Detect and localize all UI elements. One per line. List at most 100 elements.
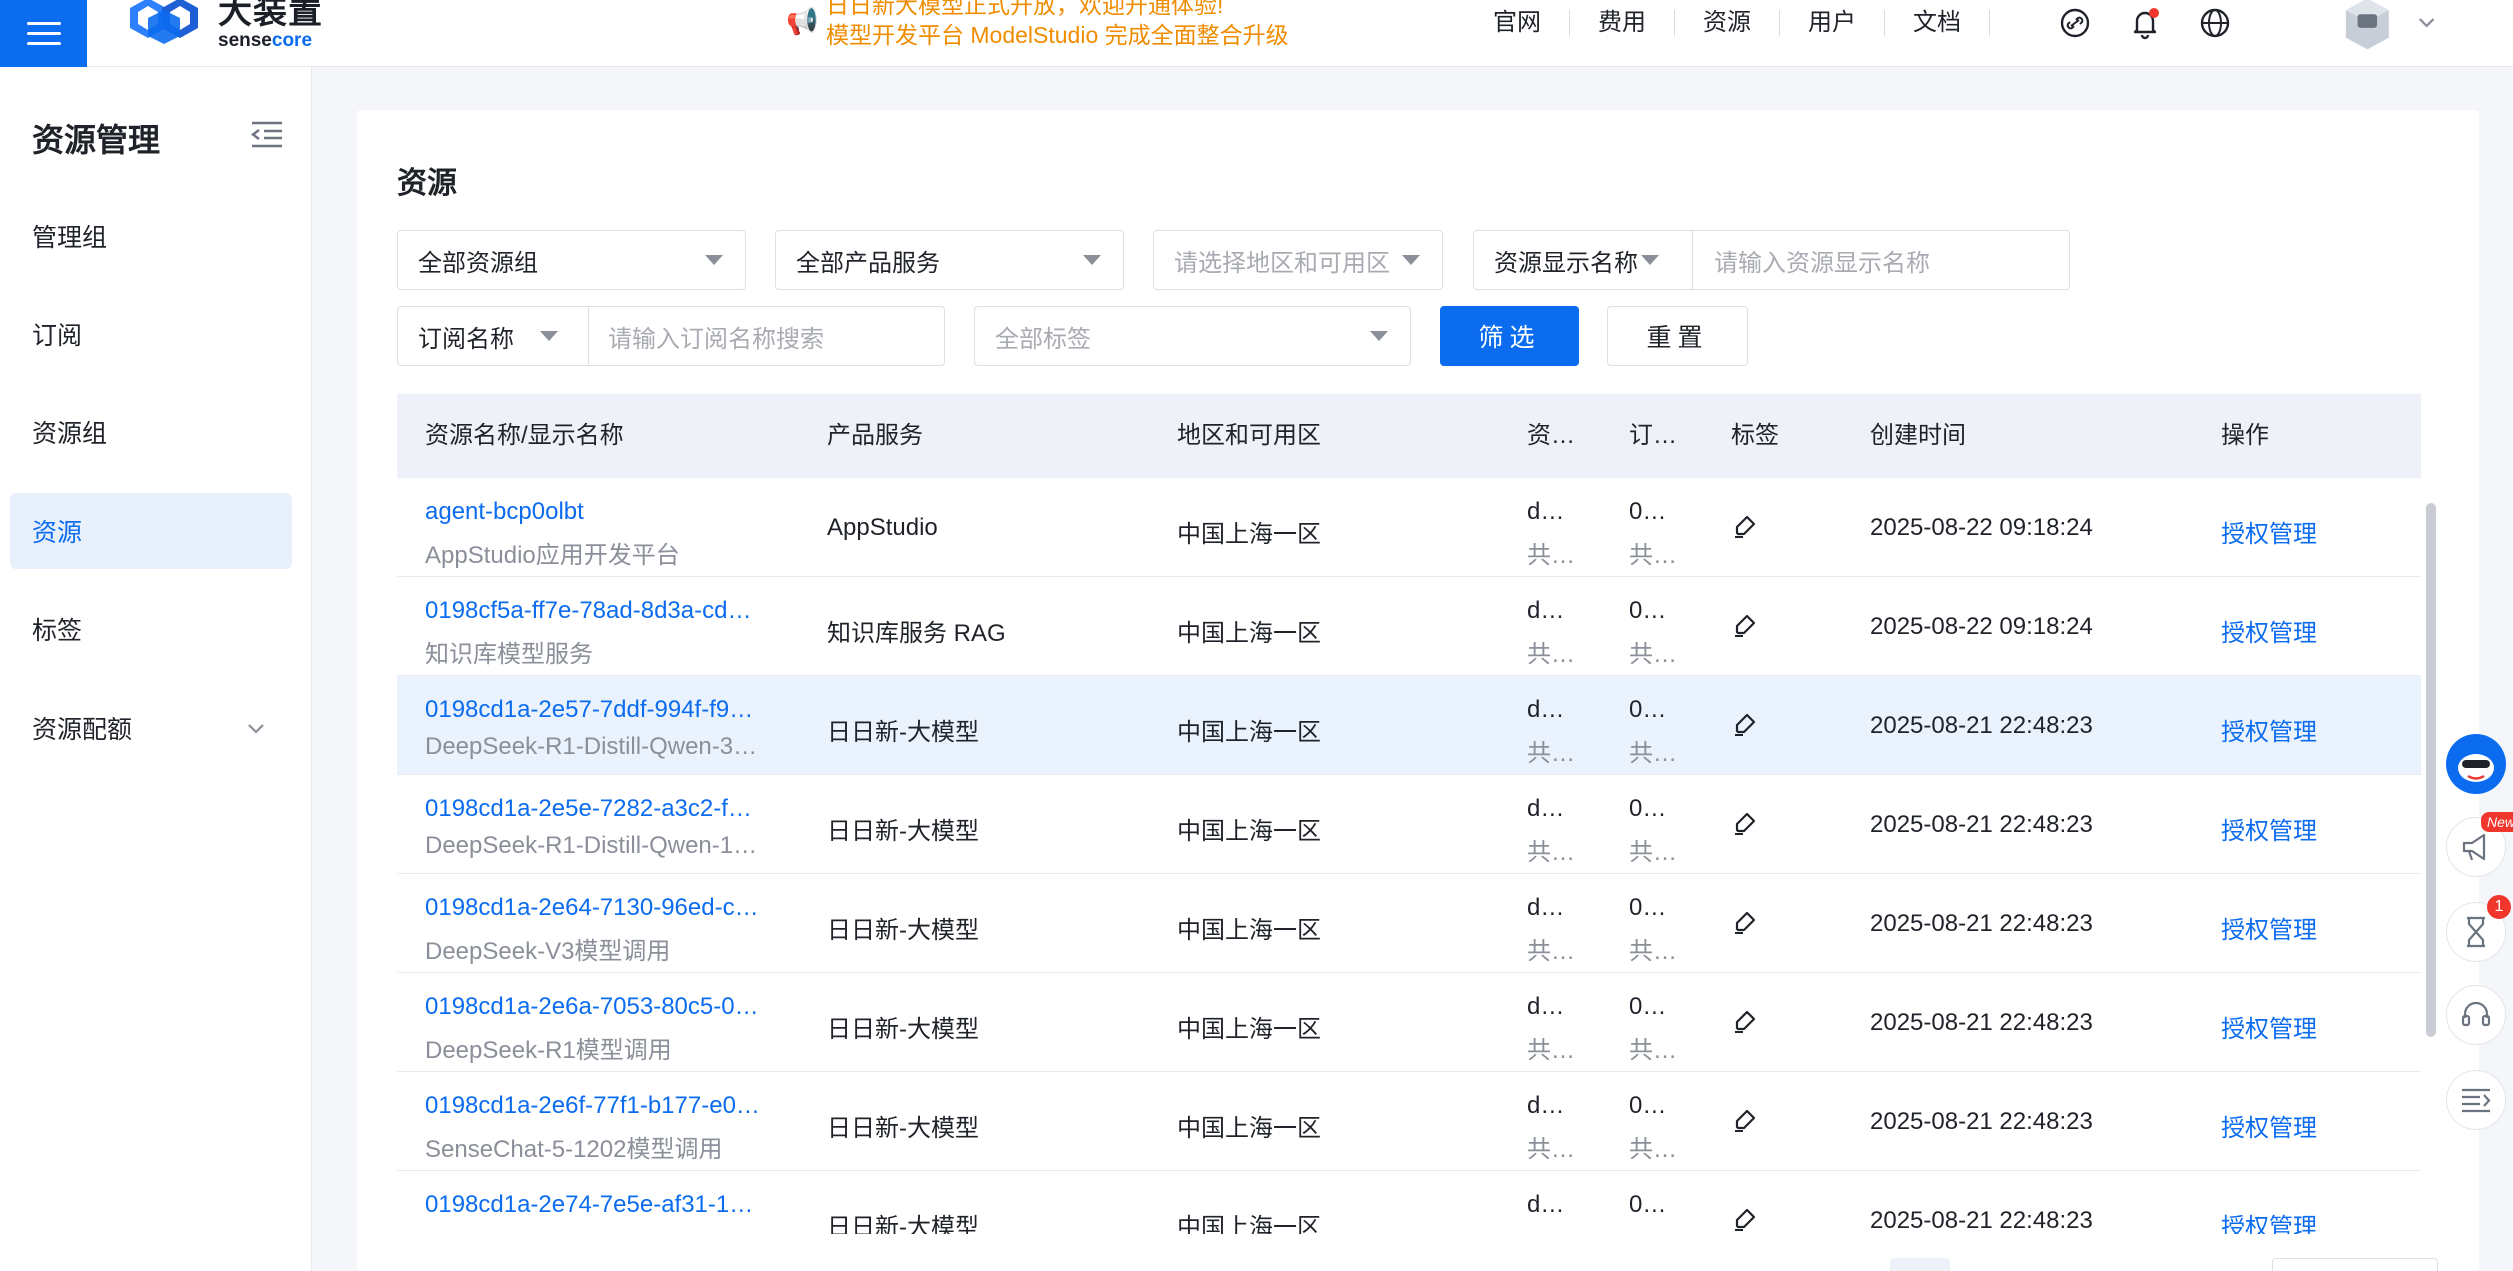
created-time-cell: 2025-08-21 22:48:23 — [1870, 1009, 2093, 1036]
edit-tag-icon — [1735, 515, 1756, 538]
list-indent-icon — [2462, 1088, 2491, 1113]
authorization-management-link[interactable]: 授权管理 — [2221, 910, 2381, 945]
product-service-select[interactable]: 全部产品服务 — [775, 230, 1124, 290]
edit-tag-icon — [1735, 911, 1756, 934]
subscription-cell-bottom: 共… — [1629, 641, 1677, 668]
authorization-management-link[interactable]: 授权管理 — [2221, 712, 2381, 747]
resource-name-link[interactable]: 0198cd1a-2e57-7ddf-994f-f9… — [425, 696, 785, 724]
caret-down-icon — [1402, 255, 1420, 265]
chevron-down-icon — [248, 724, 264, 734]
resource-display-name: SenseChat-Turbo-1202模型 — [425, 1228, 785, 1234]
resource-name-link[interactable]: agent-bcp0olbt — [425, 498, 785, 526]
tasks-button[interactable]: 1 — [2446, 895, 2511, 962]
subscription-type-select[interactable]: 订阅名称 — [418, 319, 514, 354]
authorization-management-link[interactable]: 授权管理 — [2221, 811, 2381, 846]
table-row[interactable]: 0198cd1a-2e74-7e5e-af31-1… SenseChat-Turb… — [397, 1171, 2421, 1234]
authorization-management-link[interactable]: 授权管理 — [2221, 1009, 2381, 1044]
table-row[interactable]: agent-bcp0olbt AppStudio应用开发平台 AppStudio 中国… — [397, 478, 2421, 577]
sidebar-item-subscription[interactable]: 订阅 — [10, 296, 292, 372]
edit-tags-button[interactable] — [1731, 611, 1761, 641]
subscription-cell-bottom: 共… — [1629, 1136, 1677, 1163]
resource-group-select[interactable]: 全部资源组 — [397, 230, 746, 290]
user-menu[interactable] — [2340, 0, 2440, 50]
nav-resources[interactable]: 资源 — [1675, 10, 1780, 36]
region-select[interactable]: 请选择地区和可用区 — [1153, 230, 1443, 290]
sidebar-item-tags[interactable]: 标签 — [10, 591, 292, 667]
notification-button[interactable] — [2110, 6, 2180, 40]
authorization-management-link[interactable]: 授权管理 — [2221, 1108, 2381, 1143]
table-row[interactable]: 0198cd1a-2e6a-7053-80c5-0… DeepSeek-R1模型调… — [397, 973, 2421, 1072]
resource-display-name: 知识库模型服务 — [425, 641, 593, 668]
filter-button[interactable]: 筛选 — [1440, 306, 1579, 366]
edit-tags-button[interactable] — [1731, 512, 1761, 542]
tags-select[interactable]: 全部标签 — [974, 306, 1411, 366]
table-row[interactable]: 0198cd1a-2e57-7ddf-994f-f9… DeepSeek-R1-D… — [397, 676, 2421, 775]
caret-down-icon — [1370, 331, 1388, 341]
sidebar-item-resources[interactable]: 资源 — [10, 493, 292, 569]
edit-tags-button[interactable] — [1731, 1205, 1761, 1234]
resource-cell-top: d… — [1527, 1092, 1565, 1119]
hourglass-icon — [2467, 916, 2485, 948]
region-cell: 中国上海一区 — [1177, 1115, 1321, 1142]
reset-button[interactable]: 重置 — [1607, 306, 1748, 366]
resource-name-link[interactable]: 0198cd1a-2e6f-77f1-b177-e0… — [425, 1092, 785, 1120]
announcement-banner[interactable]: 📢 日日新大模型正式开放，欢迎开通体验! 模型开发平台 ModelStudio … — [786, 0, 1346, 46]
subscription-cell-top: 0… — [1629, 894, 1667, 921]
product-service-cell: 日日新-大模型 — [827, 818, 979, 845]
resource-cell-bottom: 共… — [1527, 542, 1575, 569]
column-header-subscription: 订… — [1629, 422, 1677, 449]
announcement-float-button[interactable]: New — [2446, 812, 2513, 877]
created-time-cell: 2025-08-21 22:48:23 — [1870, 712, 2093, 739]
resource-name-link[interactable]: 0198cd1a-2e64-7130-96ed-c… — [425, 894, 785, 922]
logo[interactable]: 大装置 sensecore — [118, 0, 323, 52]
resource-name-link[interactable]: 0198cf5a-ff7e-78ad-8d3a-cd… — [425, 597, 785, 625]
headset-icon — [2461, 1001, 2491, 1027]
product-service-cell: AppStudio — [827, 514, 938, 541]
nav-billing[interactable]: 费用 — [1570, 10, 1675, 36]
expand-menu-button[interactable] — [2446, 1070, 2506, 1130]
caret-down-icon — [1083, 255, 1101, 265]
authorization-management-link[interactable]: 授权管理 — [2221, 613, 2381, 648]
collapse-sidebar-icon[interactable] — [250, 119, 284, 149]
sidebar-item-resource-group[interactable]: 资源组 — [10, 394, 292, 470]
edit-tags-button[interactable] — [1731, 809, 1761, 839]
subscription-cell-bottom: 共… — [1629, 542, 1677, 569]
page-size-select[interactable] — [2272, 1258, 2438, 1271]
column-header-actions: 操作 — [2221, 422, 2269, 449]
table-row[interactable]: 0198cf5a-ff7e-78ad-8d3a-cd… 知识库模型服务 知识库服务 … — [397, 577, 2421, 676]
subscription-cell-top: 0… — [1629, 795, 1667, 822]
menu-button[interactable] — [0, 0, 87, 67]
resource-name-link[interactable]: 0198cd1a-2e5e-7282-a3c2-f… — [425, 795, 785, 823]
display-name-type-select[interactable]: 资源显示名称 — [1494, 243, 1638, 278]
link-button[interactable] — [2040, 7, 2110, 39]
sidebar-item-management-group[interactable]: 管理组 — [10, 198, 292, 274]
pagination-page[interactable] — [1890, 1258, 1950, 1271]
language-button[interactable] — [2180, 6, 2250, 40]
product-service-cell: 知识库服务 RAG — [827, 620, 1006, 647]
edit-tags-button[interactable] — [1731, 1106, 1761, 1136]
authorization-management-link[interactable]: 授权管理 — [2221, 514, 2381, 549]
nav-docs[interactable]: 文档 — [1885, 10, 1990, 36]
table-row[interactable]: 0198cd1a-2e6f-77f1-b177-e0… SenseChat-5-1… — [397, 1072, 2421, 1171]
edit-tags-button[interactable] — [1731, 908, 1761, 938]
table-row[interactable]: 0198cd1a-2e64-7130-96ed-c… DeepSeek-V3模型调… — [397, 874, 2421, 973]
nav-users[interactable]: 用户 — [1780, 10, 1885, 36]
column-header-region: 地区和可用区 — [1177, 422, 1321, 449]
table-header: 资源名称/显示名称 产品服务 地区和可用区 资… 订… 标签 创建时间 操作 — [397, 394, 2421, 478]
region-cell: 中国上海一区 — [1177, 1214, 1321, 1234]
edit-tags-button[interactable] — [1731, 710, 1761, 740]
table-row[interactable]: 0198cd1a-2e5e-7282-a3c2-f… DeepSeek-R1-Di… — [397, 775, 2421, 874]
sidebar-item-resource-quota[interactable]: 资源配额 — [10, 690, 292, 766]
nav-official-site[interactable]: 官网 — [1465, 10, 1570, 36]
assistant-button[interactable] — [2446, 734, 2506, 794]
resource-name-link[interactable]: 0198cd1a-2e6a-7053-80c5-0… — [425, 993, 785, 1021]
resource-display-name: DeepSeek-R1-Distill-Qwen-3… — [425, 733, 758, 760]
display-name-input[interactable]: 请输入资源显示名称 — [1714, 243, 1930, 278]
edit-tags-button[interactable] — [1731, 1007, 1761, 1037]
authorization-management-link[interactable]: 授权管理 — [2221, 1207, 2381, 1234]
resource-name-link[interactable]: 0198cd1a-2e74-7e5e-af31-1… — [425, 1191, 785, 1219]
table-scrollbar[interactable] — [2426, 503, 2436, 1037]
subscription-input[interactable]: 请输入订阅名称搜索 — [608, 319, 824, 354]
resource-cell-bottom: 共… — [1527, 740, 1575, 767]
support-button[interactable] — [2446, 985, 2506, 1045]
